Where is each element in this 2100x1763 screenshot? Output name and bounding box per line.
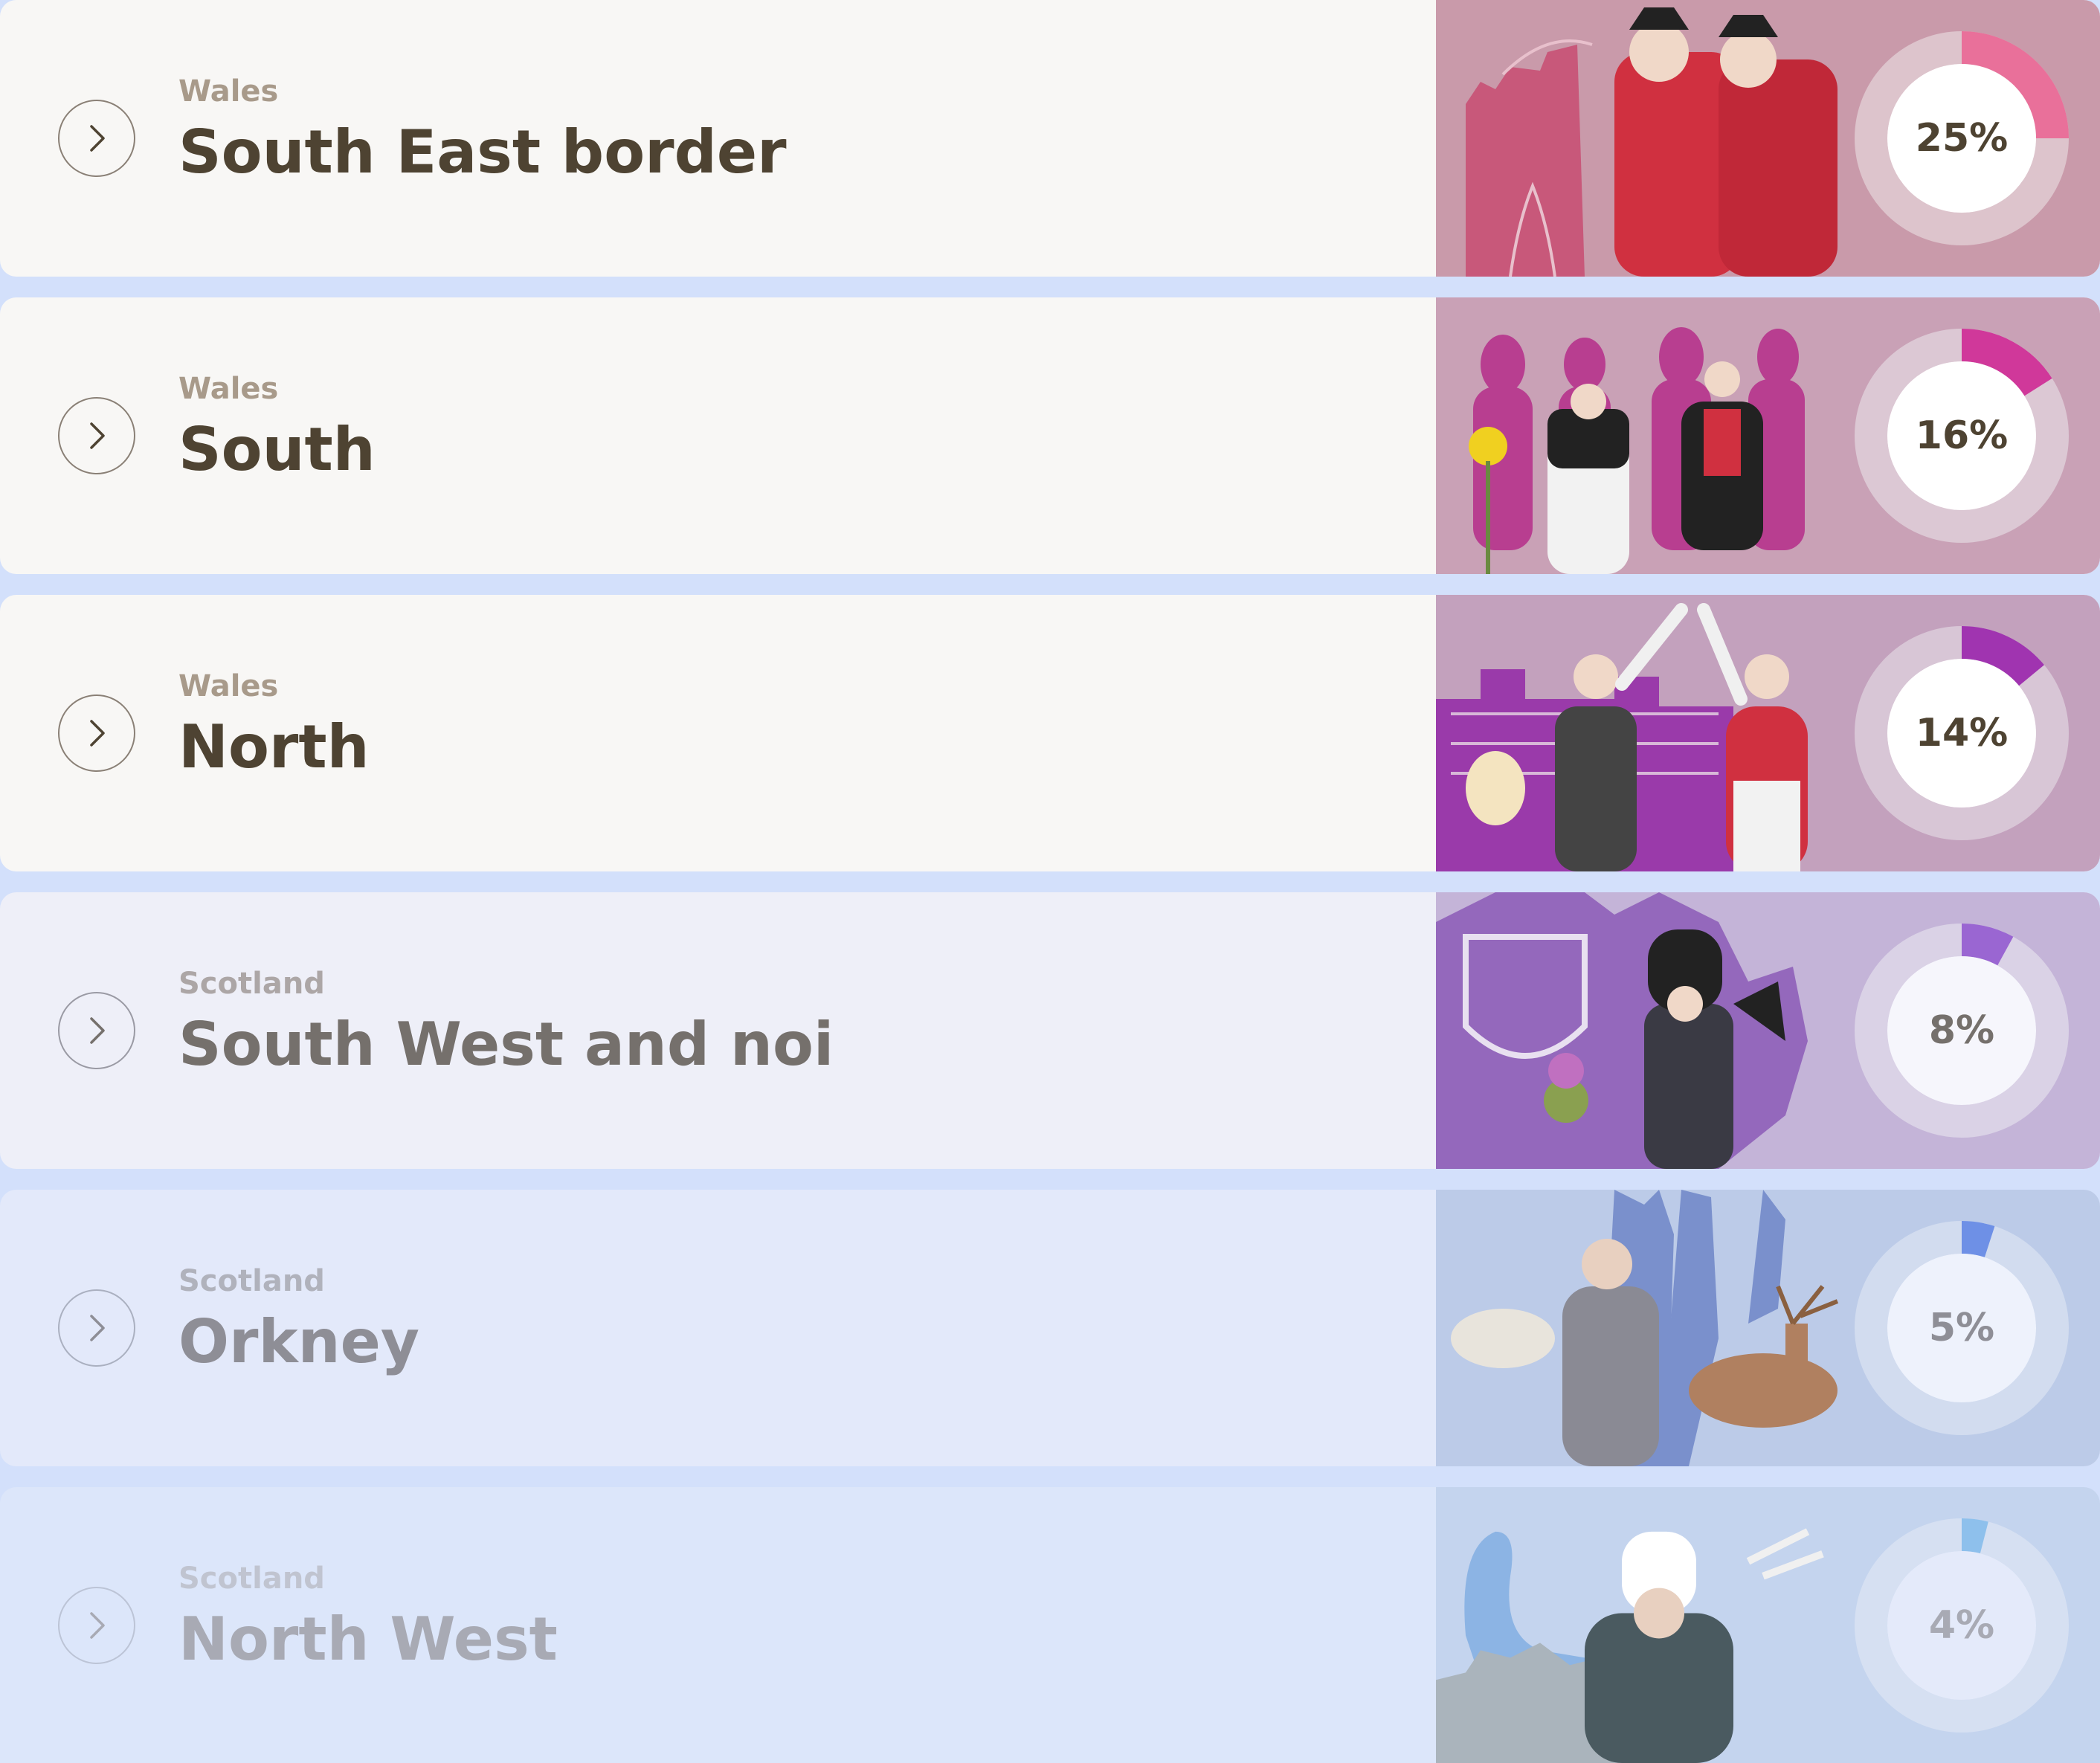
- region-card-info[interactable]: Wales South East border: [0, 0, 1436, 277]
- region-card-north[interactable]: Wales North 14%: [0, 595, 2100, 871]
- chevron-right-icon[interactable]: [58, 1586, 135, 1664]
- region-card-orkney[interactable]: Scotland Orkney 5%: [0, 1190, 2100, 1466]
- region-country: Scotland: [178, 1264, 325, 1298]
- region-country: Wales: [178, 669, 279, 703]
- chevron-right-icon[interactable]: [58, 694, 135, 772]
- region-card-info[interactable]: Wales North: [0, 595, 1436, 871]
- region-country: Wales: [178, 372, 279, 406]
- progress-percent: 5%: [1928, 1306, 1995, 1350]
- region-image-panel: 8%: [1436, 892, 2100, 1169]
- region-image-panel: 4%: [1436, 1487, 2100, 1763]
- chevron-right-icon[interactable]: [58, 397, 135, 474]
- chevron-right-icon[interactable]: [58, 1289, 135, 1367]
- region-name: South: [178, 415, 376, 484]
- region-card-north-west[interactable]: Scotland North West 4%: [0, 1487, 2100, 1763]
- progress-percent: 16%: [1915, 413, 2009, 458]
- region-card-info[interactable]: Scotland North West: [0, 1487, 1436, 1763]
- region-list: Wales South East border 25% Wales South …: [0, 0, 2100, 1763]
- chevron-right-icon[interactable]: [58, 992, 135, 1069]
- region-image-panel: 16%: [1436, 297, 2100, 574]
- region-card-info[interactable]: Scotland South West and noi: [0, 892, 1436, 1169]
- region-country: Scotland: [178, 967, 325, 1001]
- region-card-info[interactable]: Scotland Orkney: [0, 1190, 1436, 1466]
- region-card-south-west-and-noi[interactable]: Scotland South West and noi 8%: [0, 892, 2100, 1169]
- region-name: North: [178, 712, 370, 781]
- progress-percent: 4%: [1928, 1603, 1995, 1648]
- region-country: Wales: [178, 74, 279, 109]
- region-country: Scotland: [178, 1561, 325, 1596]
- region-name: South East border: [178, 117, 787, 187]
- progress-percent: 8%: [1928, 1008, 1995, 1053]
- region-name: North West: [178, 1605, 558, 1674]
- progress-percent: 14%: [1915, 711, 2009, 755]
- region-card-south[interactable]: Wales South 16%: [0, 297, 2100, 574]
- region-name: Orkney: [178, 1307, 420, 1376]
- region-image-panel: 14%: [1436, 595, 2100, 871]
- progress-percent: 25%: [1915, 116, 2009, 161]
- region-image-panel: 5%: [1436, 1190, 2100, 1466]
- region-card-south-east-border[interactable]: Wales South East border 25%: [0, 0, 2100, 277]
- chevron-right-icon[interactable]: [58, 100, 135, 177]
- region-card-info[interactable]: Wales South: [0, 297, 1436, 574]
- region-image-panel: 25%: [1436, 0, 2100, 277]
- region-name: South West and noi: [178, 1010, 834, 1079]
